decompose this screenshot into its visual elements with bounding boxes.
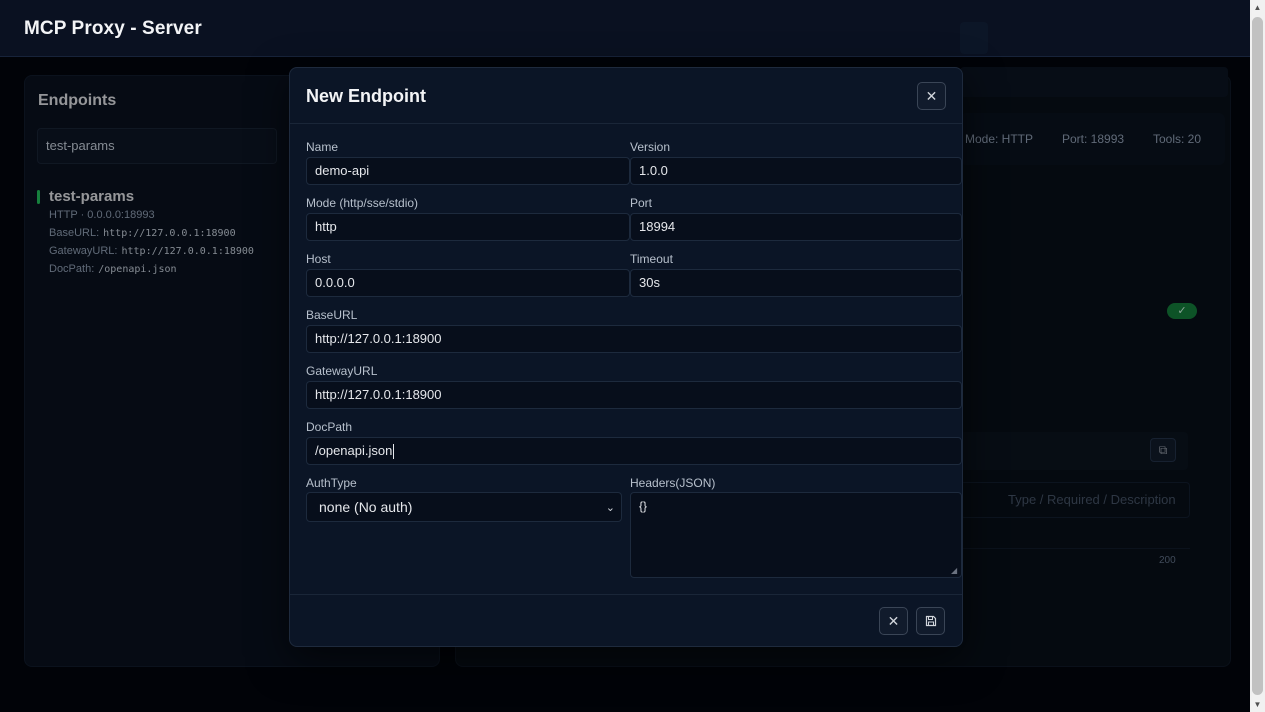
gateway-url-input[interactable]: http://127.0.0.1:18900 <box>306 381 962 409</box>
auth-type-select[interactable]: none (No auth) ⌄ <box>306 492 622 522</box>
port-input[interactable]: 18994 <box>630 213 962 241</box>
text-caret <box>393 444 395 460</box>
save-icon <box>925 616 936 627</box>
new-endpoint-modal: New Endpoint ✕ Name demo-api Version 1.0… <box>289 67 963 647</box>
mode-label: Mode (http/sse/stdio) <box>306 196 419 210</box>
host-label: Host <box>306 252 331 266</box>
modal-footer-divider <box>290 594 962 595</box>
version-label: Version <box>630 140 671 154</box>
gateway-url-label: GatewayURL <box>306 364 378 378</box>
timeout-label: Timeout <box>630 252 673 266</box>
cancel-button[interactable]: ✕ <box>879 607 908 635</box>
timeout-input[interactable]: 30s <box>630 269 962 297</box>
name-label: Name <box>306 140 339 154</box>
headers-value: {} <box>639 499 648 513</box>
app-title: MCP Proxy - Server <box>24 18 202 39</box>
scroll-thumb[interactable] <box>1252 17 1263 695</box>
modal-title: New Endpoint <box>306 86 426 106</box>
modal-header-divider <box>290 123 962 124</box>
detail-tab[interactable] <box>960 22 988 54</box>
version-input[interactable]: 1.0.0 <box>630 157 962 185</box>
auth-type-label: AuthType <box>306 476 357 490</box>
scroll-up-icon[interactable]: ▲ <box>1250 0 1265 15</box>
scroll-down-icon[interactable]: ▼ <box>1250 697 1265 712</box>
chevron-down-icon: ⌄ <box>605 502 615 514</box>
doc-path-input[interactable]: /openapi.json <box>306 437 962 465</box>
auth-type-value: none (No auth) <box>319 499 413 515</box>
name-input[interactable]: demo-api <box>306 157 630 185</box>
mode-input[interactable]: http <box>306 213 630 241</box>
save-button[interactable] <box>916 607 945 635</box>
headers-label: Headers(JSON) <box>630 476 716 490</box>
base-url-input[interactable]: http://127.0.0.1:18900 <box>306 325 962 353</box>
doc-path-label: DocPath <box>306 420 353 434</box>
app-header: MCP Proxy - Server <box>0 0 1250 57</box>
host-input[interactable]: 0.0.0.0 <box>306 269 630 297</box>
headers-textarea[interactable]: {} ◢ <box>630 492 962 578</box>
port-label: Port <box>630 196 653 210</box>
doc-path-value: /openapi.json <box>315 443 393 458</box>
base-url-label: BaseURL <box>306 308 358 322</box>
modal-close-button[interactable]: ✕ <box>917 82 946 110</box>
resize-handle-icon[interactable]: ◢ <box>951 567 959 575</box>
page-scrollbar[interactable]: ▲ ▼ <box>1250 0 1265 712</box>
close-icon: ✕ <box>925 88 938 104</box>
x-icon: ✕ <box>887 613 900 629</box>
